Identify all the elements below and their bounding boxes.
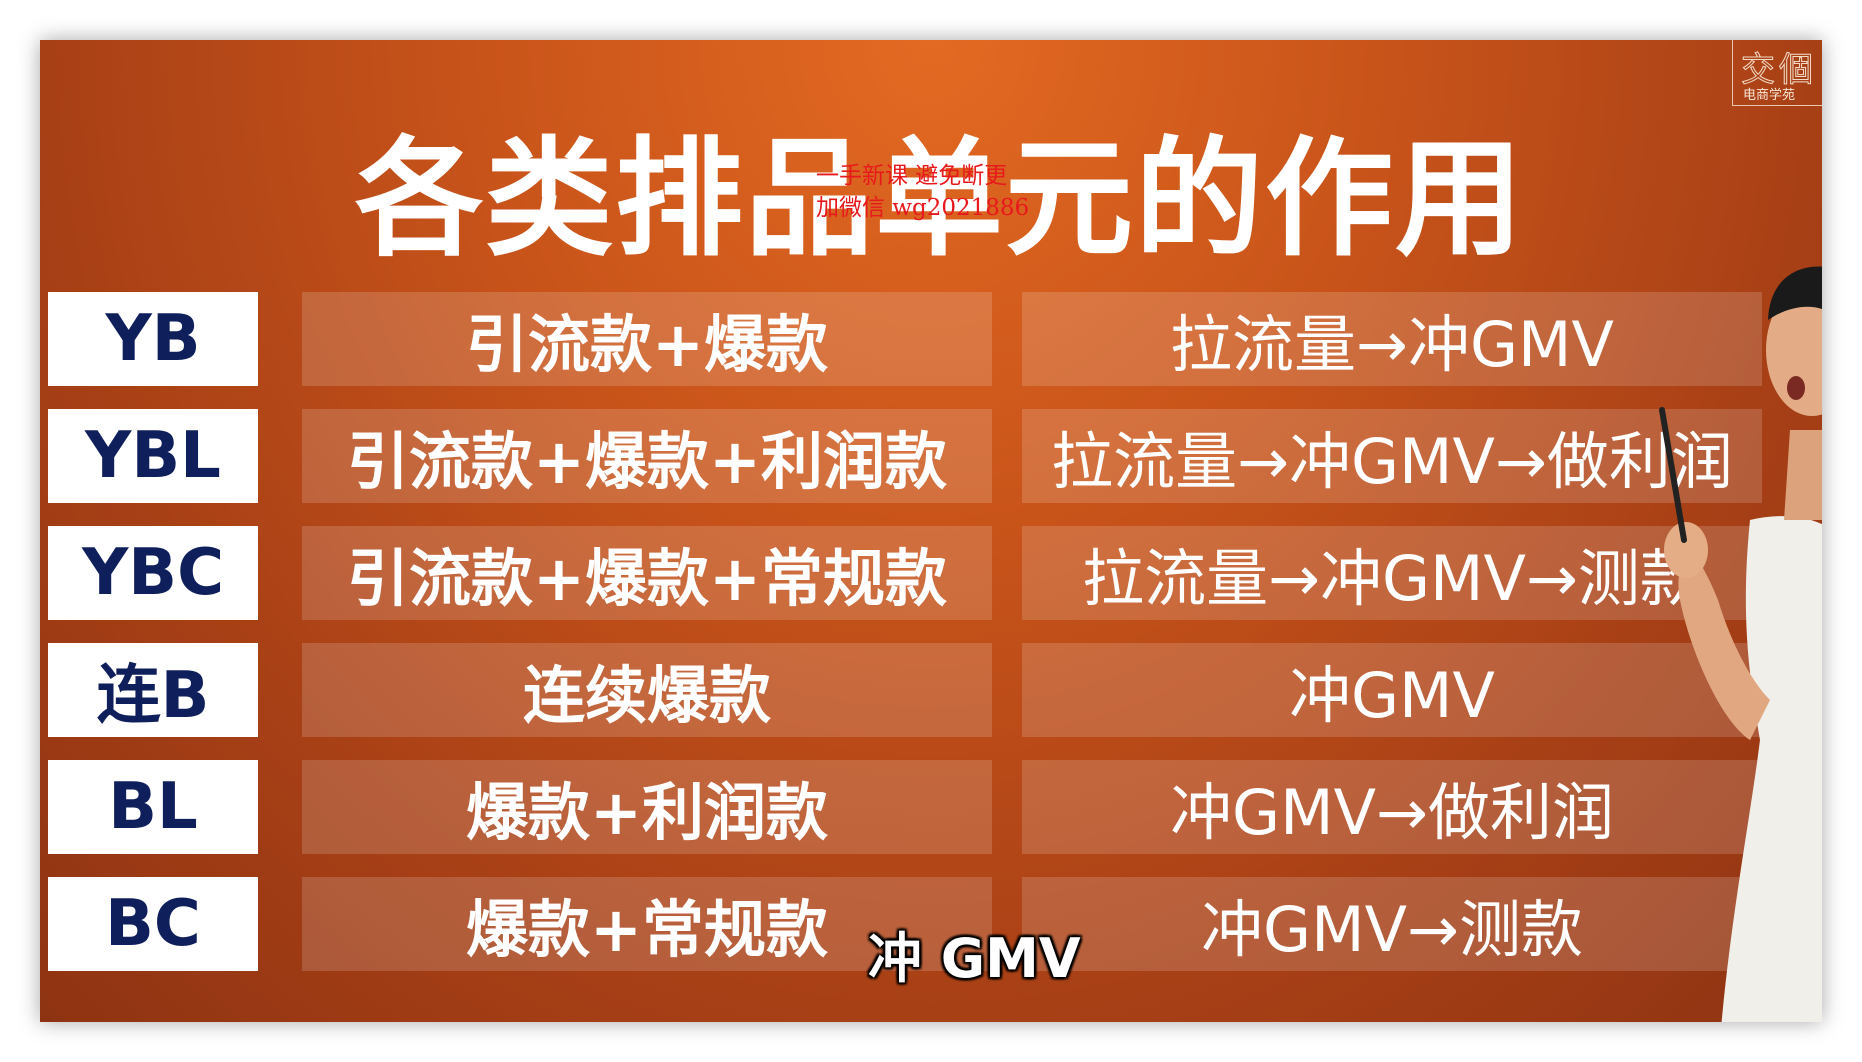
watermark-line: 一手新课 避免断更 — [816, 163, 1008, 189]
unit-products: 引流款+爆款+常规款 — [302, 526, 992, 620]
unit-label: 连B — [48, 643, 258, 737]
video-frame: 交個 电商学苑 各类排品单元的作用 YB 引流款+爆款 拉流量→冲GMV YBL… — [40, 40, 1822, 1022]
table-row: BL 爆款+利润款 冲GMV→做利润 — [40, 760, 1822, 854]
table-row: YBL 引流款+爆款+利润款 拉流量→冲GMV→做利润 — [40, 409, 1822, 503]
video-subtitle: 冲 GMV — [868, 927, 1081, 990]
unit-label: BL — [48, 760, 258, 854]
unit-label: BC — [48, 877, 258, 971]
logo-text: 电商学苑 — [1743, 88, 1796, 103]
unit-label: YBL — [48, 409, 258, 503]
watermark-line: 加微信 wg2021886 — [816, 195, 1030, 221]
watermark: 一手新课 避免断更 加微信 wg2021886 — [816, 160, 1029, 224]
unit-products: 引流款+爆款 — [302, 292, 992, 386]
unit-products: 连续爆款 — [302, 643, 992, 737]
unit-products: 引流款+爆款+利润款 — [302, 409, 992, 503]
table-row: YBC 引流款+爆款+常规款 拉流量→冲GMV→测款 — [40, 526, 1822, 620]
table-row: YB 引流款+爆款 拉流量→冲GMV — [40, 292, 1822, 386]
presenter-figure — [1659, 266, 1822, 1022]
unit-products: 爆款+利润款 — [302, 760, 992, 854]
brand-logo: 交個 电商学苑 — [1732, 40, 1822, 106]
unit-label: YBC — [48, 526, 258, 620]
table-row: 连B 连续爆款 冲GMV — [40, 643, 1822, 737]
unit-label: YB — [48, 292, 258, 386]
